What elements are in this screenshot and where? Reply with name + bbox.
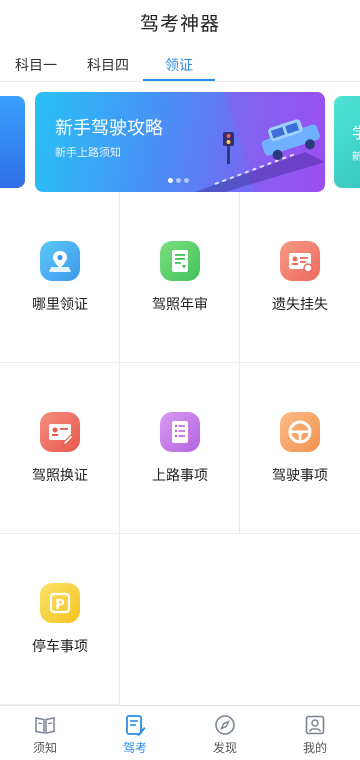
- nav-item-discover[interactable]: 发现: [180, 706, 270, 760]
- banner-carousel[interactable]: 学 新 新手驾驶攻略 新手上路须知: [0, 82, 360, 194]
- banner-prev-slide[interactable]: [0, 96, 25, 188]
- grid-item-label: 遗失挂失: [272, 297, 328, 313]
- grid-item-label: 上路事项: [152, 468, 208, 484]
- grid-item-parking-notes[interactable]: P 停车事项: [0, 534, 120, 705]
- bottom-nav: 须知 驾考 发现 我的: [0, 705, 360, 760]
- id-card-icon: [280, 241, 320, 281]
- grid-item-license-renewal[interactable]: 驾照换证: [0, 363, 120, 534]
- svg-text:P: P: [55, 598, 65, 613]
- id-card-edit-icon: [40, 412, 80, 452]
- grid-item-label: 停车事项: [32, 639, 88, 655]
- page-title: 驾考神器: [139, 13, 220, 35]
- carousel-dot[interactable]: [176, 178, 181, 183]
- profile-icon: [305, 715, 325, 735]
- banner-subtitle: 新手上路须知: [55, 146, 121, 159]
- nav-label: 驾考: [122, 741, 147, 755]
- active-tab-indicator: [143, 79, 215, 81]
- car-illustration: [195, 92, 325, 192]
- banner-slide[interactable]: 新手驾驶攻略 新手上路须知: [35, 92, 325, 192]
- checklist-icon: [160, 412, 200, 452]
- grid-item-label: 驾照年审: [152, 297, 208, 313]
- grid-item-label: 驾照换证: [32, 468, 88, 484]
- tab-get-license[interactable]: 领证: [143, 50, 215, 82]
- banner-next-slide[interactable]: 学 新: [334, 96, 360, 188]
- carousel-dot[interactable]: [184, 178, 189, 183]
- parking-icon: P: [40, 583, 80, 623]
- feature-grid: 哪里领证 驾照年审 遗失挂失 驾照换证 上路事项 驾驶事项 P 停车事项: [0, 192, 360, 705]
- tab-kemu-4[interactable]: 科目四: [78, 50, 138, 82]
- banner-title: 新手驾驶攻略: [55, 118, 163, 139]
- nav-item-notice[interactable]: 须知: [0, 706, 90, 760]
- exam-icon: [126, 715, 146, 736]
- grid-item-label: 驾驶事项: [272, 468, 328, 484]
- banner-next-title: 学: [352, 124, 360, 142]
- carousel-dot[interactable]: [168, 178, 173, 183]
- grid-item-driving-notes[interactable]: 驾驶事项: [240, 363, 360, 534]
- nav-item-exam[interactable]: 驾考: [90, 706, 180, 760]
- document-icon: [160, 241, 200, 281]
- tab-bar: 科目一 科目四 领证: [0, 50, 360, 82]
- grid-item-report-lost[interactable]: 遗失挂失: [240, 192, 360, 363]
- nav-label: 我的: [302, 741, 327, 755]
- location-map-icon: [40, 241, 80, 281]
- compass-icon: [215, 715, 235, 735]
- banner-next-subtitle: 新: [352, 152, 360, 163]
- grid-item-road-notes[interactable]: 上路事项: [120, 363, 240, 534]
- nav-item-profile[interactable]: 我的: [270, 706, 360, 760]
- grid-empty-cell: [120, 534, 240, 705]
- steering-wheel-icon: [280, 412, 320, 452]
- grid-item-where-to-get-license[interactable]: 哪里领证: [0, 192, 120, 363]
- carousel-dots: [168, 168, 192, 187]
- book-icon: [35, 717, 55, 734]
- grid-item-label: 哪里领证: [32, 297, 88, 313]
- nav-label: 须知: [32, 741, 57, 755]
- grid-item-annual-review[interactable]: 驾照年审: [120, 192, 240, 363]
- tab-kemu-1[interactable]: 科目一: [6, 50, 66, 82]
- nav-label: 发现: [212, 741, 237, 755]
